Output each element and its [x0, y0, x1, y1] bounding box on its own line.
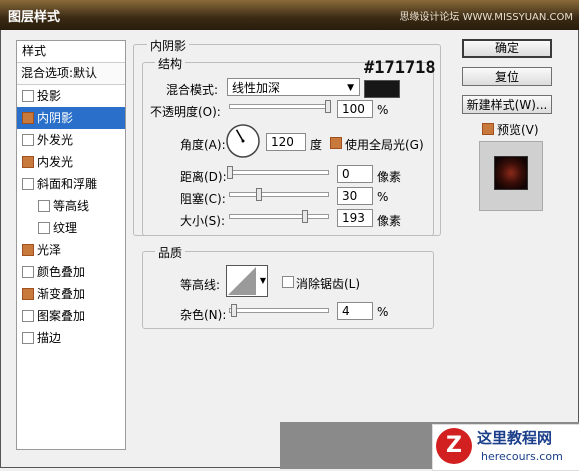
reset-button[interactable]: 复位 [462, 67, 552, 86]
noise-slider-thumb[interactable] [230, 304, 237, 317]
anti-alias-label[interactable]: 消除锯齿(L) [296, 275, 360, 292]
styles-header[interactable]: 样式 [17, 41, 125, 63]
global-light-checkbox[interactable] [330, 137, 342, 149]
style-item[interactable]: 投影 [17, 85, 125, 107]
preview-thumbnail [494, 156, 528, 190]
color-hex-annotation: #171718 [364, 58, 436, 78]
opacity-slider[interactable] [229, 100, 331, 113]
style-item-checkbox[interactable] [22, 310, 34, 322]
noise-input[interactable]: 4 [337, 302, 373, 320]
choke-label: 阻塞(C): [180, 192, 226, 206]
blend-mode-label: 混合模式: [166, 83, 219, 97]
choke-slider-thumb[interactable] [256, 188, 263, 201]
logo-mark-icon: Z [436, 428, 472, 464]
title-bar: 图层样式 思缘设计论坛 WWW.MISSYUAN.COM [0, 0, 579, 30]
style-preview [479, 141, 543, 211]
style-item-label: 颜色叠加 [37, 265, 86, 279]
preview-label[interactable]: 预览(V) [497, 121, 539, 138]
style-item[interactable]: 内阴影 [17, 107, 125, 129]
size-unit: 像素 [377, 214, 402, 228]
site-logo: Z 这里教程网 herecours.com [432, 424, 579, 471]
distance-slider[interactable] [227, 166, 329, 179]
choke-slider[interactable] [229, 188, 329, 201]
angle-input[interactable]: 120 [266, 133, 306, 151]
preview-checkbox[interactable] [482, 123, 494, 135]
style-item-label: 渐变叠加 [37, 287, 86, 301]
contour-dropdown-icon[interactable]: ▼ [260, 276, 266, 285]
ok-button[interactable]: 确定 [462, 39, 552, 58]
opacity-slider-thumb[interactable] [325, 100, 331, 113]
opacity-unit: % [377, 103, 389, 117]
watermark: 思缘设计论坛 WWW.MISSYUAN.COM [399, 12, 573, 23]
style-item-label: 投影 [37, 89, 62, 103]
blend-options-item[interactable]: 混合选项:默认 [17, 63, 125, 85]
style-item[interactable]: 颜色叠加 [17, 261, 125, 283]
contour-picker[interactable]: ▼ [226, 265, 268, 297]
distance-label: 距离(D): [180, 170, 227, 184]
style-item-label: 光泽 [37, 243, 62, 257]
size-slider[interactable] [229, 210, 329, 223]
distance-unit: 像素 [377, 170, 402, 184]
choke-unit: % [377, 190, 389, 204]
noise-unit: % [377, 305, 389, 319]
style-item[interactable]: 图案叠加 [17, 305, 125, 327]
window-title: 图层样式 [8, 10, 61, 25]
style-item-checkbox[interactable] [22, 178, 34, 190]
new-style-button[interactable]: 新建样式(W)... [462, 95, 552, 114]
style-item-checkbox[interactable] [22, 244, 34, 256]
style-item-checkbox[interactable] [22, 288, 34, 300]
inner-shadow-title: 内阴影 [147, 37, 190, 54]
style-item-checkbox[interactable] [22, 134, 34, 146]
style-item-label: 纹理 [53, 221, 78, 235]
noise-slider[interactable] [229, 304, 329, 317]
style-item-checkbox[interactable] [22, 332, 34, 344]
style-item-checkbox[interactable] [22, 156, 34, 168]
size-label: 大小(S): [180, 214, 226, 228]
style-item-label: 等高线 [53, 199, 90, 213]
style-item-checkbox[interactable] [38, 200, 50, 212]
opacity-label: 不透明度(O): [150, 105, 221, 119]
style-item-label: 内阴影 [37, 111, 74, 125]
distance-slider-thumb[interactable] [227, 166, 233, 179]
style-item-label: 内发光 [37, 155, 74, 169]
structure-title: 结构 [155, 55, 186, 72]
style-item-label: 图案叠加 [37, 309, 86, 323]
opacity-input[interactable]: 100 [337, 100, 373, 118]
style-item-checkbox[interactable] [38, 222, 50, 234]
style-item[interactable]: 内发光 [17, 151, 125, 173]
angle-unit: 度 [310, 138, 323, 152]
size-slider-thumb[interactable] [302, 210, 309, 223]
style-item[interactable]: 外发光 [17, 129, 125, 151]
angle-dial[interactable] [225, 123, 261, 159]
style-item[interactable]: 渐变叠加 [17, 283, 125, 305]
style-item-label: 外发光 [37, 133, 74, 147]
style-item[interactable]: 描边 [17, 327, 125, 349]
logo-url: herecours.com [481, 450, 563, 463]
style-item-checkbox[interactable] [22, 90, 34, 102]
contour-label: 等高线: [180, 278, 221, 292]
style-item-label: 描边 [37, 331, 62, 345]
angle-label: 角度(A): [180, 138, 226, 152]
blend-mode-select[interactable]: 线性加深 ▼ [227, 78, 360, 96]
anti-alias-checkbox[interactable] [282, 276, 294, 288]
style-item[interactable]: 斜面和浮雕 [17, 173, 125, 195]
shadow-color-swatch[interactable] [364, 80, 400, 98]
distance-input[interactable]: 0 [337, 165, 373, 183]
style-item-checkbox[interactable] [22, 112, 34, 124]
style-item-checkbox[interactable] [22, 266, 34, 278]
global-light-label[interactable]: 使用全局光(G) [345, 136, 424, 153]
style-item[interactable]: 等高线 [17, 195, 125, 217]
quality-title: 品质 [155, 244, 186, 261]
style-item-label: 斜面和浮雕 [37, 177, 98, 191]
noise-label: 杂色(N): [180, 308, 227, 322]
style-item[interactable]: 纹理 [17, 217, 125, 239]
contour-preview-icon [228, 267, 256, 295]
chevron-down-icon: ▼ [347, 83, 354, 93]
logo-name: 这里教程网 [477, 429, 553, 447]
choke-input[interactable]: 30 [337, 187, 373, 205]
style-item[interactable]: 光泽 [17, 239, 125, 261]
styles-list: 样式 混合选项:默认 投影内阴影外发光内发光斜面和浮雕等高线纹理光泽颜色叠加渐变… [16, 40, 126, 450]
size-input[interactable]: 193 [337, 209, 373, 227]
blend-mode-value: 线性加深 [232, 81, 281, 95]
